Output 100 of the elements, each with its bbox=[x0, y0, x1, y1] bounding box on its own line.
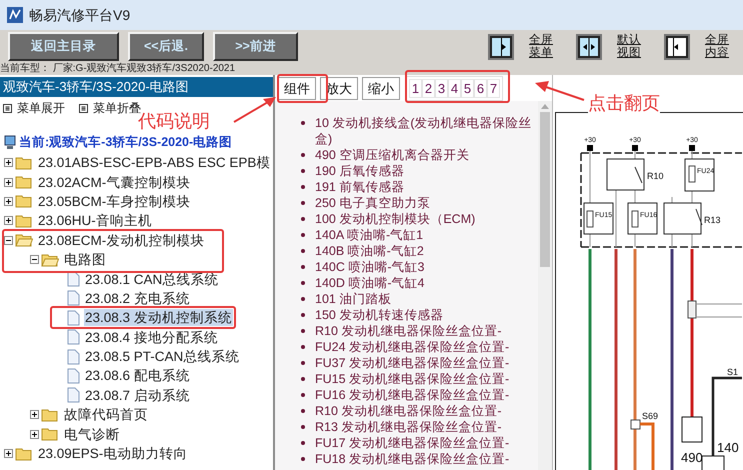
menu-action-link[interactable]: 菜单展开 bbox=[17, 99, 65, 117]
tree-item[interactable]: 23.08.6 配电系统 bbox=[84, 367, 191, 384]
menu-action-link[interactable]: 菜单折叠 bbox=[93, 99, 141, 117]
tree-item[interactable]: 电路图 bbox=[63, 251, 107, 268]
folder-icon bbox=[41, 427, 59, 442]
page-number-link[interactable]: 1 bbox=[409, 79, 422, 98]
collapse-toggle-icon[interactable] bbox=[30, 255, 39, 264]
diagram-label: 490 bbox=[681, 450, 703, 465]
page-number-link[interactable]: 3 bbox=[435, 79, 448, 98]
bullet-icon bbox=[301, 313, 305, 317]
tree-item[interactable]: 23.08.1 CAN总线系统 bbox=[84, 270, 220, 288]
page-number-link[interactable]: 4 bbox=[448, 79, 461, 98]
scroll-thumb[interactable] bbox=[540, 112, 550, 267]
component-link[interactable]: 191 前氧传感器 bbox=[315, 179, 404, 195]
bullet-icon bbox=[301, 249, 305, 253]
component-link[interactable]: 250 电子真空助力泵 bbox=[315, 195, 430, 211]
expand-toggle-icon[interactable] bbox=[30, 430, 39, 439]
component-link[interactable]: 490 空调压缩机离合器开关 bbox=[315, 147, 470, 163]
component-link[interactable]: FU18 发动机继电器保险丝盒位置- bbox=[315, 451, 510, 467]
component-link[interactable]: FU15 发动机继电器保险丝盒位置- bbox=[315, 371, 510, 387]
page-number-link[interactable]: 5 bbox=[461, 79, 474, 98]
tree-item[interactable]: 23.02ACM-气囊控制模块 bbox=[37, 174, 192, 191]
bullet-icon bbox=[301, 121, 305, 125]
folder-icon bbox=[15, 175, 33, 190]
bullet-icon bbox=[301, 393, 305, 397]
component-link[interactable]: FU24 发动机继电器保险丝盒位置- bbox=[315, 339, 510, 355]
component-link[interactable]: 190 后氧传感器 bbox=[315, 163, 404, 179]
bullet-icon bbox=[301, 457, 305, 461]
component-link[interactable]: R10 发动机继电器保险丝盒位置- bbox=[315, 403, 502, 419]
tree-item[interactable]: 23.08ECM-发动机控制模块 bbox=[37, 232, 206, 249]
tree-item[interactable]: 23.01ABS-ESC-EPB-ABS ESC EPB模 bbox=[37, 154, 272, 172]
nav-button[interactable]: <<后退. bbox=[128, 32, 204, 61]
page-icon bbox=[67, 271, 80, 288]
bullet-icon bbox=[301, 233, 305, 237]
annotation-text: 点击翻页 bbox=[588, 92, 660, 114]
bullet-icon bbox=[301, 169, 305, 173]
tree-item[interactable]: 故障代码首页 bbox=[63, 406, 149, 424]
expand-toggle-icon[interactable] bbox=[4, 449, 13, 458]
component-link[interactable]: 140A 喷油嘴-气缸1 bbox=[315, 227, 424, 243]
tree-item[interactable]: 23.08.7 启动系统 bbox=[84, 386, 191, 404]
diagram-label: 140 bbox=[717, 440, 739, 455]
bullet-icon bbox=[301, 201, 305, 205]
panel-toggle-icon[interactable] bbox=[488, 34, 514, 60]
sidebar-header: 观致汽车-3轿车/3S-2020-电路图 bbox=[0, 77, 273, 97]
tree-item[interactable]: 23.08.5 PT-CAN总线系统 bbox=[84, 348, 240, 366]
view-link[interactable]: 全屏 菜单 bbox=[529, 34, 555, 60]
page-number-link[interactable]: 2 bbox=[422, 79, 435, 98]
annotation-arrow bbox=[534, 80, 586, 102]
toolbar-button[interactable]: 组件 bbox=[278, 77, 316, 100]
component-link[interactable]: 10 发动机接线盒(发动机继电器保险丝盒) bbox=[315, 115, 534, 147]
open-folder-icon bbox=[41, 252, 59, 267]
folder-icon bbox=[41, 408, 59, 422]
folder-icon bbox=[15, 214, 33, 228]
component-link[interactable]: 140C 喷油嘴-气缸3 bbox=[315, 259, 424, 275]
scrollbar[interactable] bbox=[538, 101, 552, 470]
tree-item[interactable]: 23.06HU-音响主机 bbox=[37, 212, 153, 230]
folder-icon bbox=[15, 156, 33, 170]
annotation-arrow bbox=[232, 96, 278, 124]
expand-toggle-icon[interactable] bbox=[30, 410, 39, 420]
expand-toggle-icon[interactable] bbox=[4, 158, 13, 168]
open-folder-icon bbox=[15, 233, 33, 248]
panel-toggle-icon[interactable] bbox=[664, 34, 690, 60]
folder-icon bbox=[15, 446, 33, 461]
collapse-toggle-icon[interactable] bbox=[4, 236, 13, 245]
nav-button[interactable]: 返回主目录 bbox=[8, 32, 119, 61]
window-title: 畅易汽修平台V9 bbox=[29, 6, 130, 24]
component-link[interactable]: 150 发动机转速传感器 bbox=[315, 307, 444, 323]
expand-toggle-icon[interactable] bbox=[4, 216, 13, 226]
bullet-icon bbox=[301, 329, 305, 333]
nav-button[interactable]: >>前进 bbox=[213, 32, 298, 61]
component-link[interactable]: FU37 发动机继电器保险丝盒位置- bbox=[315, 355, 510, 371]
bullet-icon bbox=[301, 265, 305, 269]
component-link[interactable]: 140B 喷油嘴-气缸2 bbox=[315, 243, 424, 259]
toolbar-button[interactable]: 缩小 bbox=[362, 77, 400, 100]
page-number-link[interactable]: 6 bbox=[474, 79, 487, 98]
view-link[interactable]: 默认 视图 bbox=[617, 34, 643, 60]
expand-toggle-icon[interactable] bbox=[4, 178, 13, 187]
expand-toggle-icon[interactable] bbox=[4, 196, 13, 206]
page-icon bbox=[67, 387, 80, 404]
bullet-icon bbox=[301, 425, 305, 429]
component-link[interactable]: FU17 发动机继电器保险丝盒位置- bbox=[315, 435, 510, 451]
view-link[interactable]: 全屏 内容 bbox=[705, 34, 731, 60]
bullet-icon bbox=[301, 185, 305, 189]
component-link[interactable]: 101 油门踏板 bbox=[315, 291, 392, 307]
component-link[interactable]: 140D 喷油嘴-气缸4 bbox=[315, 275, 424, 291]
bullet-icon bbox=[301, 409, 305, 413]
page-icon bbox=[67, 290, 80, 306]
tree-item[interactable]: 23.08.2 充电系统 bbox=[84, 290, 191, 307]
component-link[interactable]: FU16 发动机继电器保险丝盒位置- bbox=[315, 387, 510, 403]
app-logo-icon bbox=[7, 7, 23, 23]
tree-item[interactable]: 23.09EPS-电动助力转向 bbox=[37, 445, 188, 462]
component-link[interactable]: R10 发动机继电器保险丝盒位置- bbox=[315, 323, 502, 339]
page-number-link[interactable]: 7 bbox=[487, 79, 500, 98]
tree-item[interactable]: 23.08.3 发动机控制系统 bbox=[84, 309, 233, 326]
tree-item[interactable]: 23.08.4 接地分配系统 bbox=[84, 328, 219, 346]
tree-item[interactable]: 电气诊断 bbox=[63, 426, 121, 443]
component-link[interactable]: R13 发动机继电器保险丝盒位置- bbox=[315, 419, 502, 435]
component-link[interactable]: 100 发动机控制模块（ECM) bbox=[315, 211, 476, 227]
panel-toggle-icon[interactable] bbox=[576, 34, 602, 60]
tree-item[interactable]: 23.05BCM-车身控制模块 bbox=[37, 192, 192, 210]
